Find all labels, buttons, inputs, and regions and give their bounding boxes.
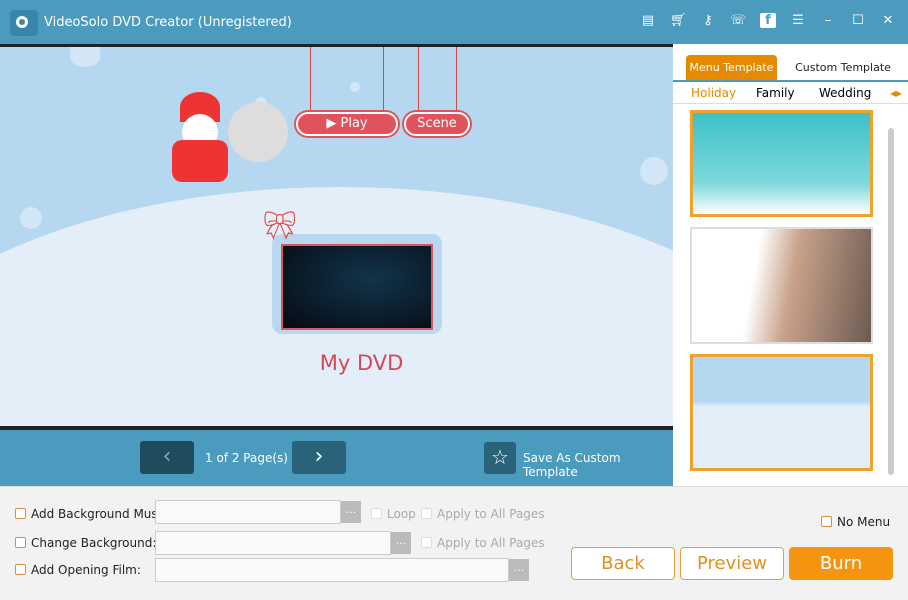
template-panel: Menu Template Custom Template Holiday Fa… [673,44,908,486]
bg-music-browse-button[interactable]: ... [341,501,361,523]
maximize-icon[interactable]: ☐ [850,13,866,28]
burn-button[interactable]: Burn [789,547,893,580]
no-menu-checkbox[interactable] [821,516,832,527]
document-icon[interactable]: ▤ [640,13,656,28]
template-thumbnail[interactable] [690,354,873,471]
santa-illustration [170,92,288,192]
opening-film-checkbox[interactable] [15,564,26,575]
category-wedding[interactable]: Wedding [819,86,871,100]
change-bg-input[interactable] [155,531,391,555]
minimize-icon[interactable]: – [820,13,836,28]
category-arrows-icon[interactable]: ◂▸ [890,86,902,100]
template-thumbnail[interactable] [690,227,873,344]
page-info: 1 of 2 Page(s) [205,451,288,465]
close-icon[interactable]: ✕ [880,13,896,28]
category-family[interactable]: Family [756,86,795,100]
scrollbar[interactable] [888,128,894,475]
loop-option[interactable]: Loop [371,507,416,521]
play-button[interactable]: ▶ Play [296,112,398,136]
bg-music-option[interactable]: Add Background Music: [15,507,172,521]
bow-icon: 🎀︎ [262,209,298,242]
opening-film-browse-button[interactable]: ... [509,559,529,581]
app-title: VideoSolo DVD Creator (Unregistered) [44,15,292,30]
no-menu-option[interactable]: No Menu [821,515,890,529]
back-button[interactable]: Back [571,547,675,580]
music-apply-all-option[interactable]: Apply to All Pages [421,507,545,521]
category-holiday[interactable]: Holiday [691,86,736,100]
opening-film-option[interactable]: Add Opening Film: [15,563,141,577]
play-icon: ▶ [326,116,341,131]
title-bar: VideoSolo DVD Creator (Unregistered) ▤ 🛒… [0,0,908,44]
page-nav-bar: ‹ 1 of 2 Page(s) › ☆ Save As Custom Temp… [0,430,673,486]
opening-film-input[interactable] [155,558,509,582]
scene-button[interactable]: Scene [404,112,470,136]
facebook-icon[interactable]: f [760,13,776,28]
next-page-button[interactable]: › [292,441,346,474]
feedback-icon[interactable]: ☰ [790,13,806,28]
bg-apply-all-option[interactable]: Apply to All Pages [421,536,545,550]
tab-menu-template[interactable]: Menu Template [686,55,777,80]
change-bg-browse-button[interactable]: ... [391,532,411,554]
save-custom-template-button[interactable]: Save As Custom Template [523,451,673,479]
dvd-title[interactable]: My DVD [0,351,673,375]
template-thumbnail[interactable] [690,110,873,217]
key-icon[interactable]: ⚷ [700,13,716,28]
change-bg-checkbox[interactable] [15,537,26,548]
change-bg-option[interactable]: Change Background: [15,536,156,550]
tab-custom-template[interactable]: Custom Template [791,55,895,80]
video-thumbnail[interactable] [281,244,433,330]
prev-page-button[interactable]: ‹ [140,441,194,474]
bg-music-input[interactable] [155,500,341,524]
cart-icon[interactable]: 🛒︎ [670,13,687,28]
support-icon[interactable]: ☏ [730,13,746,28]
app-logo-icon [10,10,38,36]
star-icon[interactable]: ☆ [484,442,516,474]
preview-button[interactable]: Preview [680,547,784,580]
menu-preview: ▶ Play Scene 🎀︎ My DVD [0,47,673,426]
bg-music-checkbox[interactable] [15,508,26,519]
